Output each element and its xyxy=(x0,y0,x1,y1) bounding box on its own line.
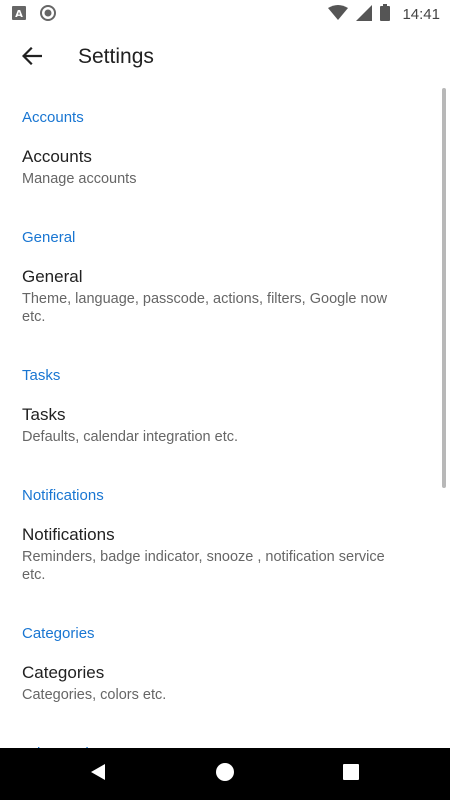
navigation-bar xyxy=(0,748,450,800)
battery-icon xyxy=(380,4,391,25)
setting-title: Notifications xyxy=(22,525,115,544)
arrow-back-icon xyxy=(21,46,43,70)
svg-text:A: A xyxy=(15,9,23,20)
setting-summary: Manage accounts xyxy=(22,171,137,187)
setting-item-accounts[interactable]: Accounts Manage accounts xyxy=(22,136,390,208)
status-right-icons: 14:41 xyxy=(328,4,440,25)
section-tasks: Tasks Tasks Defaults, calendar integrati… xyxy=(0,346,450,466)
back-button[interactable] xyxy=(14,40,50,76)
section-advanced: Advanced xyxy=(0,724,450,748)
setting-summary: Theme, language, passcode, actions, filt… xyxy=(22,291,388,325)
setting-summary: Reminders, badge indicator, snooze , not… xyxy=(22,549,385,583)
app-bar: Settings xyxy=(0,28,450,88)
status-left-icons: A xyxy=(12,5,56,26)
status-time: 14:41 xyxy=(402,6,440,23)
font-a-icon: A xyxy=(12,6,26,25)
signal-icon xyxy=(356,4,373,25)
setting-title: Tasks xyxy=(22,405,66,424)
settings-list: Accounts Accounts Manage accounts Genera… xyxy=(0,88,450,748)
recents-square-icon xyxy=(342,763,360,786)
setting-item-notifications[interactable]: Notifications Reminders, badge indicator… xyxy=(22,514,390,604)
wifi-icon xyxy=(328,4,349,25)
back-triangle-icon xyxy=(89,763,107,786)
nav-back-button[interactable] xyxy=(86,762,110,786)
section-header-general: General xyxy=(22,229,76,246)
section-notifications: Notifications Notifications Reminders, b… xyxy=(0,466,450,604)
setting-item-tasks[interactable]: Tasks Defaults, calendar integration etc… xyxy=(22,394,390,466)
record-icon xyxy=(40,5,56,26)
section-header-accounts: Accounts xyxy=(22,109,84,126)
section-header-categories: Categories xyxy=(22,625,95,642)
home-circle-icon xyxy=(215,762,235,787)
page-title: Settings xyxy=(78,45,154,68)
section-accounts: Accounts Accounts Manage accounts xyxy=(0,88,450,208)
section-categories: Categories Categories Categories, colors… xyxy=(0,604,450,724)
section-header-notifications: Notifications xyxy=(22,487,104,504)
section-general: General General Theme, language, passcod… xyxy=(0,208,450,346)
setting-summary: Defaults, calendar integration etc. xyxy=(22,429,239,445)
setting-item-general[interactable]: General Theme, language, passcode, actio… xyxy=(22,256,390,346)
setting-summary: Categories, colors etc. xyxy=(22,687,167,703)
scrollbar[interactable] xyxy=(442,88,446,488)
setting-item-categories[interactable]: Categories Categories, colors etc. xyxy=(22,652,390,724)
setting-title: Categories xyxy=(22,663,105,682)
nav-home-button[interactable] xyxy=(213,762,237,786)
nav-recents-button[interactable] xyxy=(339,762,363,786)
section-header-tasks: Tasks xyxy=(22,367,61,384)
settings-screen: A 14:41 Settings Accounts Accounts Manag… xyxy=(0,0,450,800)
setting-title: General xyxy=(22,267,83,286)
setting-title: Accounts xyxy=(22,147,92,166)
status-bar: A 14:41 xyxy=(0,0,450,28)
section-header-advanced: Advanced xyxy=(22,724,390,748)
